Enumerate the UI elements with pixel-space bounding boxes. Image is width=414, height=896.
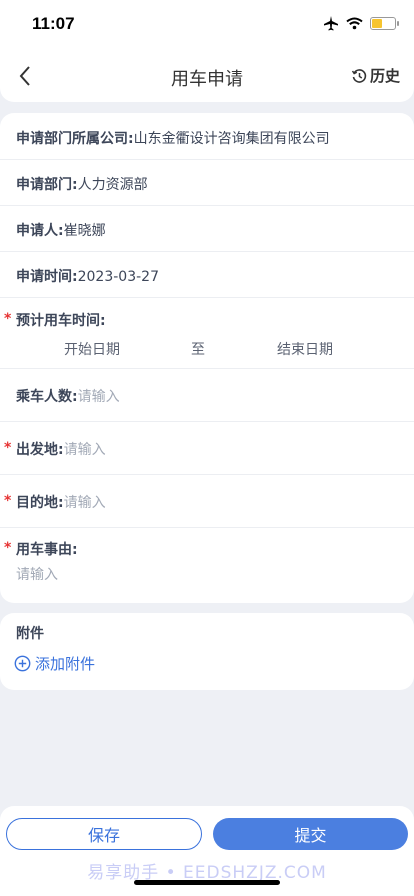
airplane-icon xyxy=(324,16,338,31)
required-mark: * xyxy=(4,440,12,456)
passengers-label: 乘车人数: xyxy=(16,389,78,405)
add-attachment-button[interactable]: 添加附件 xyxy=(14,653,95,674)
reason-textarea[interactable]: 请输入 xyxy=(16,564,58,584)
destination-field: 目的地:请输入 xyxy=(16,492,106,512)
save-button[interactable]: 保存 xyxy=(6,818,202,850)
required-mark: * xyxy=(4,311,12,327)
passengers-row: 乘车人数:请输入 xyxy=(0,368,414,422)
application-form: 申请部门所属公司:山东金衢设计咨询集团有限公司 申请部门:人力资源部 申请人:崔… xyxy=(0,113,414,603)
reason-label: 用车事由: xyxy=(16,542,78,558)
history-button[interactable]: 历史 xyxy=(351,65,400,86)
department-label: 申请部门: xyxy=(16,177,78,193)
passengers-field: 乘车人数:请输入 xyxy=(16,386,120,406)
company-value: 山东金衢设计咨询集团有限公司 xyxy=(133,131,330,147)
apply-time-value: 2023-03-27 xyxy=(77,269,159,285)
history-label: 历史 xyxy=(369,67,400,85)
passengers-input[interactable]: 请输入 xyxy=(78,389,120,405)
destination-row: * 目的地:请输入 xyxy=(0,474,414,528)
destination-label: 目的地: xyxy=(16,495,64,511)
submit-button[interactable]: 提交 xyxy=(213,818,408,850)
history-icon xyxy=(351,68,367,83)
company-field: 申请部门所属公司:山东金衢设计咨询集团有限公司 xyxy=(16,128,330,148)
applicant-field: 申请人:崔晓娜 xyxy=(16,220,106,240)
apply-time-row: 申请时间:2023-03-27 xyxy=(0,251,414,298)
required-mark: * xyxy=(4,540,12,556)
company-row: 申请部门所属公司:山东金衢设计咨询集团有限公司 xyxy=(0,113,414,160)
use-time-label: 预计用车时间: xyxy=(16,313,106,329)
attachments-section: 附件 添加附件 xyxy=(0,613,414,690)
end-date-picker[interactable]: 结束日期 xyxy=(277,339,333,359)
departure-input[interactable]: 请输入 xyxy=(64,442,106,458)
department-value: 人力资源部 xyxy=(77,177,148,193)
apply-time-label: 申请时间: xyxy=(16,269,78,285)
company-label: 申请部门所属公司: xyxy=(16,131,134,147)
nav-bar: 用车申请 历史 xyxy=(0,50,414,102)
battery-icon xyxy=(370,16,399,30)
attachments-title: 附件 xyxy=(16,626,44,642)
status-time: 11:07 xyxy=(32,14,75,33)
start-date-picker[interactable]: 开始日期 xyxy=(64,339,120,359)
applicant-value: 崔晓娜 xyxy=(63,223,106,239)
departure-label: 出发地: xyxy=(16,442,64,458)
department-field: 申请部门:人力资源部 xyxy=(16,174,148,194)
department-row: 申请部门:人力资源部 xyxy=(0,159,414,206)
home-indicator xyxy=(134,880,280,885)
status-icons xyxy=(323,15,399,31)
wifi-icon xyxy=(346,17,363,29)
apply-time-field: 申请时间:2023-03-27 xyxy=(16,266,159,286)
required-mark: * xyxy=(4,493,12,509)
date-range-separator: 至 xyxy=(191,342,205,358)
departure-field: 出发地:请输入 xyxy=(16,439,106,459)
departure-row: * 出发地:请输入 xyxy=(0,421,414,475)
applicant-label: 申请人: xyxy=(16,223,64,239)
status-bar: 11:07 xyxy=(0,0,414,50)
use-time-row: * 预计用车时间: 开始日期 至 结束日期 xyxy=(0,297,414,369)
applicant-row: 申请人:崔晓娜 xyxy=(0,205,414,252)
destination-input[interactable]: 请输入 xyxy=(64,495,106,511)
add-attachment-label: 添加附件 xyxy=(35,655,96,673)
reason-row: * 用车事由: 请输入 xyxy=(0,527,414,603)
add-circle-icon xyxy=(14,655,31,672)
